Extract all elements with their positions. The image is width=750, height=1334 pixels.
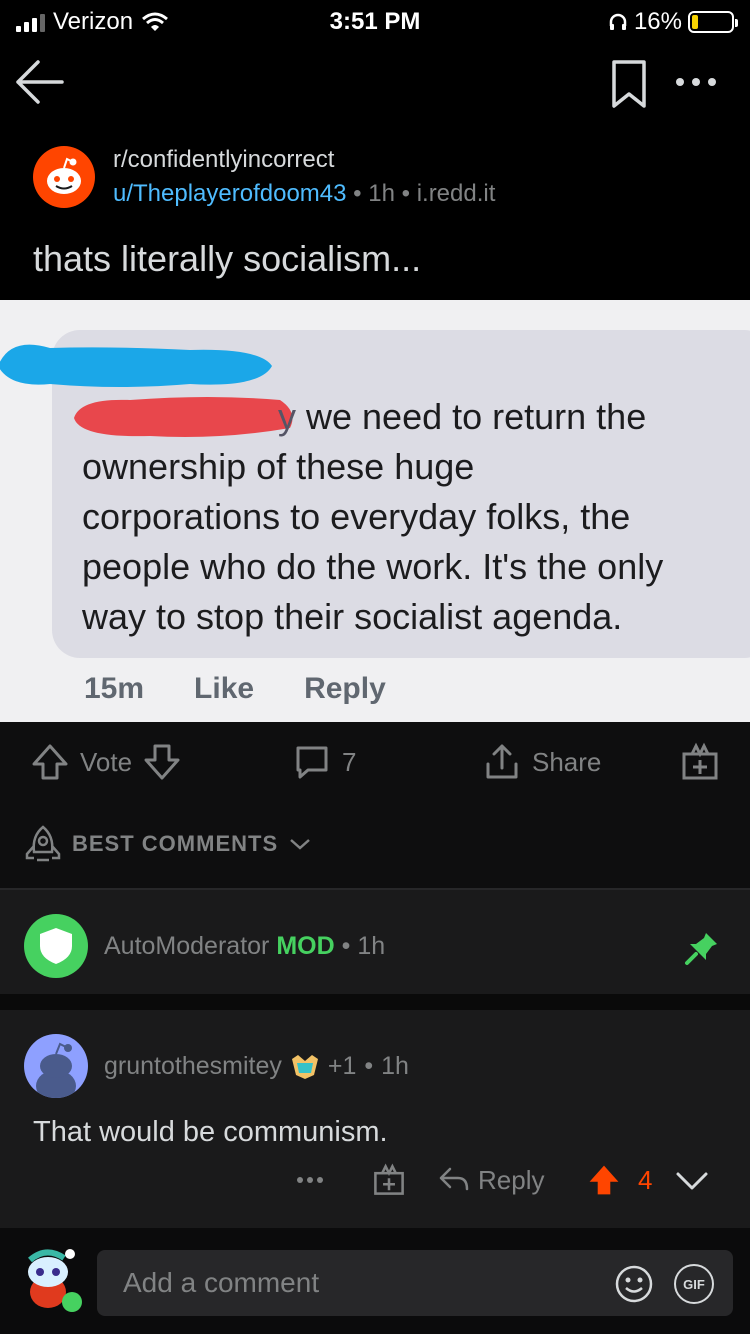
automod-username[interactable]: AutoModerator — [104, 932, 269, 960]
gif-button[interactable]: GIF — [674, 1264, 714, 1304]
avatar[interactable] — [16, 1244, 84, 1312]
automod-comment[interactable]: AutoModerator MOD • 1h — [0, 890, 750, 994]
battery-fill — [692, 15, 699, 29]
post-image[interactable]: y we need to return the ownership of the… — [0, 300, 750, 722]
snoo-avatar-icon — [36, 1042, 76, 1098]
screenshot-actions: 15m Like Reply — [84, 672, 436, 706]
meta-dot: • — [341, 932, 358, 960]
text-line: people who do the work. It's the only — [82, 546, 664, 587]
meta-dot: • — [401, 180, 417, 207]
status-bar: Verizon 3:51 PM 16% — [0, 0, 750, 40]
text-line: ownership of these huge — [82, 446, 475, 487]
reply-icon — [439, 1167, 469, 1191]
text-line: corporations to everyday folks, the — [82, 496, 631, 537]
subreddit-name[interactable]: r/confidentlyincorrect — [113, 146, 334, 174]
gift-icon — [682, 742, 718, 780]
comment-score: 4 — [638, 1164, 653, 1195]
award-count: +1 — [327, 1052, 357, 1080]
sort-label: BEST COMMENTS — [72, 831, 279, 856]
comment-icon — [296, 746, 328, 779]
gift-icon — [374, 1163, 404, 1195]
pin-icon — [685, 933, 717, 965]
top-nav — [0, 40, 750, 130]
automod-time: 1h — [357, 932, 386, 960]
upvote-icon[interactable] — [30, 742, 70, 782]
status-right: 16% — [608, 8, 738, 36]
comment-count: 7 — [342, 746, 357, 777]
post-title[interactable]: thats literally socialism... — [33, 238, 421, 280]
comment[interactable]: gruntothesmitey +1 • 1h That would be co… — [0, 1010, 750, 1224]
sort-bar: BEST COMMENTS — [0, 802, 750, 890]
meta-dot: • — [364, 1052, 374, 1080]
comment-composer: GIF — [0, 1228, 750, 1334]
downvote-icon[interactable] — [672, 1160, 712, 1200]
post-meta: u/Theplayerofdoom43 • 1h • i.redd.it — [113, 180, 495, 208]
bookmark-icon[interactable] — [604, 56, 654, 112]
snoo-icon — [47, 157, 81, 194]
more-icon[interactable] — [668, 62, 724, 102]
shield-icon — [40, 928, 72, 964]
comment-award-button[interactable] — [372, 1160, 406, 1200]
downvote-icon[interactable] — [142, 742, 182, 782]
comment-separator — [0, 994, 750, 1010]
share-button[interactable]: Share — [482, 740, 601, 784]
fb-time: 15m — [84, 672, 145, 705]
emoji-icon[interactable] — [614, 1264, 654, 1304]
headphones-icon — [609, 13, 627, 30]
post-time: 1h — [368, 180, 395, 207]
award-button[interactable] — [680, 740, 720, 784]
more-icon — [297, 1177, 323, 1183]
comment-meta: gruntothesmitey +1 • 1h — [104, 1052, 409, 1081]
comment-vote-group: 4 — [586, 1160, 712, 1200]
battery-icon — [688, 11, 738, 33]
post-author[interactable]: u/Theplayerofdoom43 — [113, 180, 346, 207]
share-icon — [486, 744, 518, 779]
comment-actions: Reply 4 — [0, 1160, 750, 1204]
text-line: we need to return the — [296, 396, 647, 437]
upvote-icon[interactable] — [586, 1162, 622, 1198]
post-actions: Vote 7 Share — [0, 722, 750, 802]
automod-meta: AutoModerator MOD • 1h — [104, 932, 385, 961]
subreddit-avatar[interactable] — [33, 146, 95, 208]
sort-button[interactable]: BEST COMMENTS — [24, 824, 312, 864]
comment-username[interactable]: gruntothesmitey — [104, 1052, 282, 1081]
vote-group: Vote — [30, 740, 182, 784]
battery-percent: 16% — [633, 8, 682, 35]
chevron-down-icon — [290, 839, 310, 850]
comments-button[interactable]: 7 — [292, 740, 356, 784]
post-header: r/confidentlyincorrect u/Theplayerofdoom… — [0, 130, 750, 300]
back-arrow-icon[interactable] — [12, 54, 68, 110]
post-domain[interactable]: i.redd.it — [417, 180, 496, 207]
reply-button[interactable]: Reply — [438, 1160, 544, 1200]
reply-label: Reply — [478, 1164, 545, 1195]
comment-body: That would be communism. — [33, 1116, 388, 1148]
automod-avatar[interactable] — [24, 914, 88, 978]
comment-more-button[interactable] — [292, 1160, 328, 1200]
fb-like: Like — [194, 672, 255, 705]
vote-label: Vote — [80, 746, 133, 777]
meta-dot: • — [353, 180, 369, 207]
fb-reply: Reply — [304, 672, 386, 705]
screenshot-text: y we need to return the ownership of the… — [82, 392, 742, 642]
share-label: Share — [532, 746, 602, 777]
avatar[interactable] — [24, 1034, 88, 1098]
rocket-icon — [25, 825, 61, 862]
text-line: way to stop their socialist agenda. — [82, 596, 623, 637]
cut-letter: y — [278, 396, 296, 437]
award-icon — [291, 1054, 318, 1079]
mod-badge: MOD — [276, 932, 335, 960]
blue-redaction — [0, 344, 272, 387]
comment-time: 1h — [381, 1052, 409, 1080]
